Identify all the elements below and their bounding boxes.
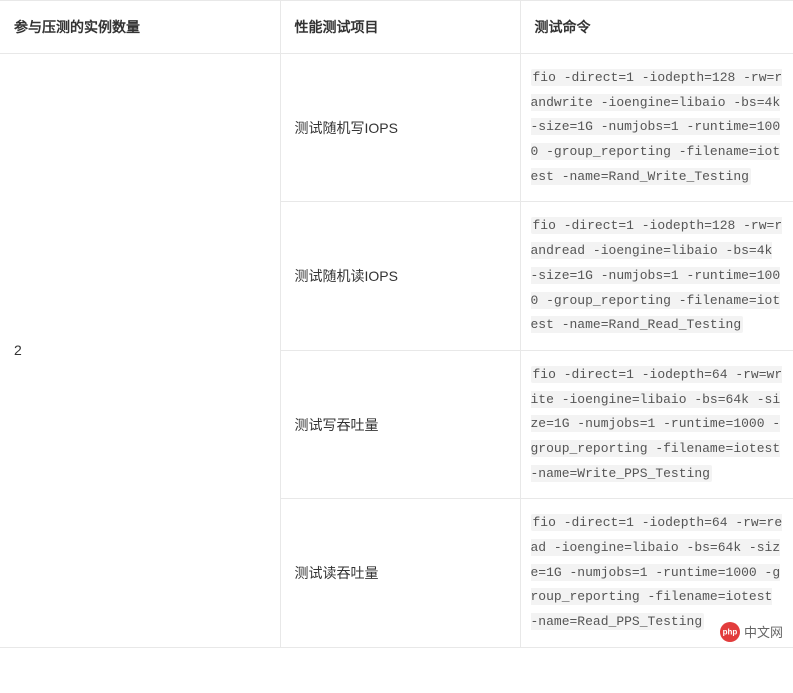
performance-test-table: 参与压测的实例数量 性能测试项目 测试命令 2 测试随机写IOPS fio -d… [0, 0, 793, 648]
cell-test-command: fio -direct=1 -iodepth=128 -rw=randwrite… [520, 54, 793, 202]
cell-test-command: fio -direct=1 -iodepth=128 -rw=randread … [520, 202, 793, 350]
command-code: fio -direct=1 -iodepth=128 -rw=randwrite… [531, 69, 783, 185]
command-code: fio -direct=1 -iodepth=128 -rw=randread … [531, 217, 783, 333]
cell-test-project: 测试写吞吐量 [280, 350, 520, 498]
header-test-command: 测试命令 [520, 1, 793, 54]
watermark-text: 中文网 [744, 622, 783, 641]
watermark: 中文网 [720, 622, 783, 642]
command-code: fio -direct=1 -iodepth=64 -rw=read -ioen… [531, 514, 783, 630]
cell-test-command: fio -direct=1 -iodepth=64 -rw=write -ioe… [520, 350, 793, 498]
cell-test-project: 测试随机读IOPS [280, 202, 520, 350]
command-code: fio -direct=1 -iodepth=64 -rw=write -ioe… [531, 366, 783, 482]
table-header-row: 参与压测的实例数量 性能测试项目 测试命令 [0, 1, 793, 54]
header-test-project: 性能测试项目 [280, 1, 520, 54]
cell-instance-count: 2 [0, 54, 280, 648]
cell-test-project: 测试读吞吐量 [280, 499, 520, 647]
php-logo-icon [720, 622, 740, 642]
header-instance-count: 参与压测的实例数量 [0, 1, 280, 54]
cell-test-project: 测试随机写IOPS [280, 54, 520, 202]
table-row: 2 测试随机写IOPS fio -direct=1 -iodepth=128 -… [0, 54, 793, 202]
